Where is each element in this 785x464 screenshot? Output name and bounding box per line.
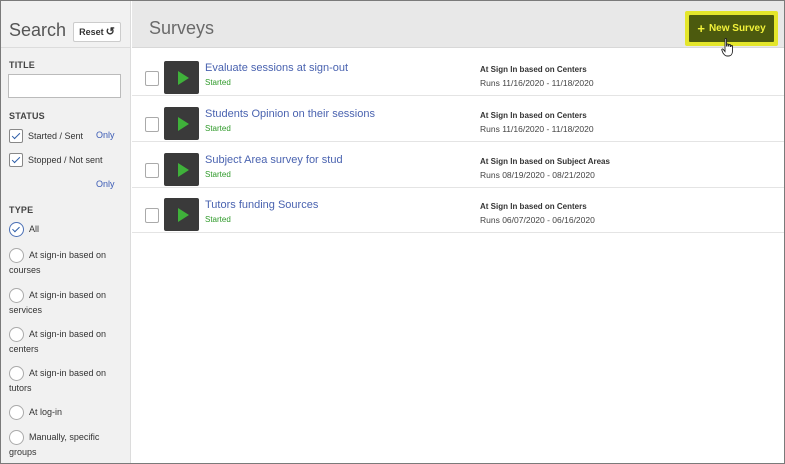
survey-row-checkbox[interactable] (145, 117, 159, 132)
survey-mode: At Sign In based on Centers (480, 65, 587, 74)
type-manual-label: Manually, specific (29, 432, 100, 442)
main-header: Surveys + New Survey (132, 1, 784, 57)
page-title: Surveys (149, 18, 215, 38)
survey-runs: Runs 08/19/2020 - 08/21/2020 (480, 170, 595, 180)
status-started-only-link[interactable]: Only (96, 130, 115, 140)
type-services-label-2: services (9, 305, 43, 315)
survey-name-link[interactable]: Tutors funding Sources (205, 199, 318, 211)
type-tutors-label-2: tutors (9, 383, 32, 393)
reset-icon: ↺ (105, 25, 115, 38)
type-manual-radio[interactable] (9, 430, 24, 445)
type-courses-label-2: courses (9, 265, 41, 275)
type-centers-label: At sign-in based on (29, 329, 107, 339)
survey-status: Started (205, 170, 231, 179)
reset-label: Reset (79, 27, 104, 37)
survey-row[interactable]: Tutors funding Sources Started At Sign I… (132, 188, 784, 233)
type-section-label: TYPE (9, 205, 34, 215)
survey-runs: Runs 06/07/2020 - 06/16/2020 (480, 215, 595, 225)
title-search-input[interactable] (8, 74, 121, 98)
search-sidebar: Search Reset ↺ TITLE STATUS Started / Se… (1, 1, 131, 463)
sidebar-title: Search (9, 20, 67, 40)
survey-name-link[interactable]: Evaluate sessions at sign-out (205, 62, 348, 74)
status-option-started[interactable]: Started / Sent (9, 128, 83, 144)
status-option-stopped[interactable]: Stopped / Not sent (9, 152, 103, 168)
plus-icon: + (697, 21, 705, 36)
play-button[interactable] (164, 198, 199, 231)
type-login-label: At log-in (29, 407, 63, 417)
sidebar-divider (1, 47, 131, 48)
play-icon (177, 162, 189, 177)
survey-status: Started (205, 124, 231, 133)
survey-name-link[interactable]: Students Opinion on their sessions (205, 108, 375, 120)
type-courses-label: At sign-in based on (29, 250, 107, 260)
survey-runs: Runs 11/16/2020 - 11/18/2020 (480, 78, 594, 88)
survey-name-link[interactable]: Subject Area survey for stud (205, 154, 343, 166)
type-services-label: At sign-in based on (29, 290, 107, 300)
type-manual-label-2: groups (9, 447, 37, 457)
surveys-main: Surveys + New Survey Evaluate sessions a… (132, 1, 784, 463)
survey-row-checkbox[interactable] (145, 71, 159, 86)
type-all-label: All (29, 224, 40, 234)
type-centers-label-2: centers (9, 344, 39, 354)
type-centers-radio[interactable] (9, 327, 24, 342)
play-icon (177, 116, 189, 131)
play-icon (177, 207, 189, 222)
type-courses-radio[interactable] (9, 248, 24, 263)
survey-status: Started (205, 78, 231, 87)
reset-button[interactable]: Reset ↺ (73, 22, 121, 42)
survey-mode: At Sign In based on Centers (480, 111, 587, 120)
survey-row[interactable]: Students Opinion on their sessions Start… (132, 97, 784, 142)
status-section-label: STATUS (9, 111, 45, 121)
type-tutors-label: At sign-in based on (29, 368, 107, 378)
play-icon (177, 70, 189, 85)
survey-row-checkbox[interactable] (145, 208, 159, 223)
status-started-checkbox[interactable] (9, 129, 23, 143)
survey-mode: At Sign In based on Subject Areas (480, 157, 610, 166)
survey-status: Started (205, 215, 231, 224)
status-stopped-only-link[interactable]: Only (96, 179, 115, 189)
new-survey-label: New Survey (708, 23, 766, 34)
survey-mode: At Sign In based on Centers (480, 202, 587, 211)
play-button[interactable] (164, 153, 199, 186)
play-button[interactable] (164, 61, 199, 94)
type-tutors-radio[interactable] (9, 366, 24, 381)
sidebar-header: Search Reset ↺ (1, 1, 131, 46)
title-section-label: TITLE (9, 60, 35, 70)
type-all-radio[interactable] (9, 222, 24, 237)
type-services-radio[interactable] (9, 288, 24, 303)
survey-row[interactable]: Evaluate sessions at sign-out Started At… (132, 51, 784, 96)
status-stopped-label: Stopped / Not sent (28, 155, 103, 165)
survey-row-checkbox[interactable] (145, 163, 159, 178)
status-started-label: Started / Sent (28, 131, 84, 141)
type-login-radio[interactable] (9, 405, 24, 420)
survey-runs: Runs 11/16/2020 - 11/18/2020 (480, 124, 594, 134)
app-frame: Search Reset ↺ TITLE STATUS Started / Se… (0, 0, 785, 464)
play-button[interactable] (164, 107, 199, 140)
status-stopped-checkbox[interactable] (9, 153, 23, 167)
survey-row[interactable]: Subject Area survey for stud Started At … (132, 143, 784, 188)
